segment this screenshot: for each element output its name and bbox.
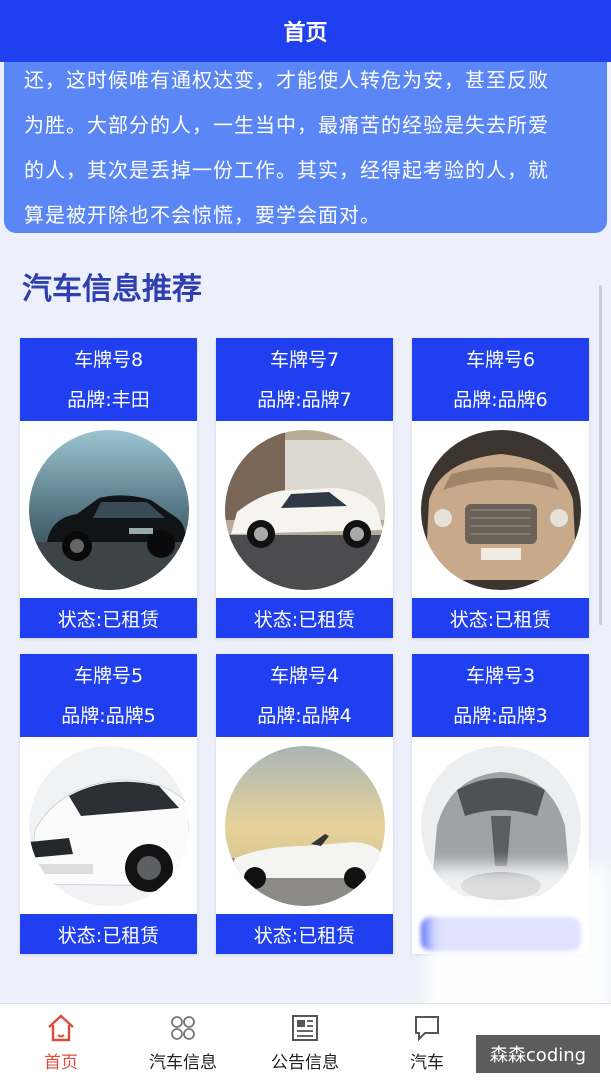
car-card-header: 车牌号7 品牌:品牌7 (216, 338, 393, 421)
tab-label: 首页 (44, 1052, 78, 1073)
scrollbar[interactable] (599, 285, 602, 625)
car-brand: 品牌:品牌3 (453, 704, 548, 727)
car-card[interactable]: 车牌号7 品牌:品牌7 状态:已租赁 (216, 338, 393, 638)
page-header: 首页 (0, 0, 611, 62)
car-card[interactable]: 车牌号6 品牌:品牌6 状态:已租赁 (412, 338, 589, 638)
intro-card: 还，这时候唯有通权达变，才能使人转危为安，甚至反败 为胜。大部分的人，一生当中，… (4, 40, 607, 233)
car-plate: 车牌号8 (73, 348, 144, 371)
car-plate: 车牌号7 (269, 348, 340, 371)
car-status: 状态:已租赁 (20, 598, 197, 638)
car-brand: 品牌:品牌5 (61, 704, 156, 727)
app-screen: 首页 还，这时候唯有通权达变，才能使人转危为安，甚至反败 为胜。大部分的人，一生… (0, 0, 611, 1080)
tab-label: 公告信息 (271, 1052, 339, 1073)
page-title: 首页 (283, 21, 328, 46)
car-image[interactable] (224, 745, 385, 906)
car-card[interactable]: 车牌号4 品牌:品牌4 状态:已租赁 (216, 654, 393, 954)
car-image[interactable] (224, 429, 385, 590)
intro-line: 算是被开除也不会惊慌，要学会面对。 (24, 203, 381, 227)
car-card[interactable]: 车牌号5 品牌:品牌5 状态:已租赁 (20, 654, 197, 954)
car-grid: 车牌号8 品牌:丰田 状态:已租赁 车牌号7 品牌:品牌7 状态:已租赁 车牌号… (20, 338, 590, 954)
intro-line: 还，这时候唯有通权达变，才能使人转危为安，甚至反败 (24, 68, 549, 92)
car-status: 状态:已租赁 (216, 598, 393, 638)
car-card-header: 车牌号5 品牌:品牌5 (20, 654, 197, 737)
car-image-wrap (20, 737, 197, 914)
car-plate: 车牌号6 (465, 348, 536, 371)
intro-line: 为胜。大部分的人，一生当中，最痛苦的经验是失去所爱 (24, 113, 549, 137)
tab-car-more[interactable]: 汽车 (366, 1004, 488, 1080)
car-image-wrap (216, 421, 393, 598)
car-image-wrap (412, 421, 589, 598)
tab-notice[interactable]: 公告信息 (244, 1004, 366, 1080)
car-card-header: 车牌号6 品牌:品牌6 (412, 338, 589, 421)
car-image-wrap (20, 421, 197, 598)
tab-home[interactable]: 首页 (0, 1004, 122, 1080)
car-image-wrap (216, 737, 393, 914)
car-brand: 品牌:品牌4 (257, 704, 352, 727)
car-card[interactable]: 车牌号8 品牌:丰田 状态:已租赁 (20, 338, 197, 638)
car-brand: 品牌:品牌6 (453, 388, 548, 411)
car-plate: 车牌号4 (269, 664, 340, 687)
tab-car-info[interactable]: 汽车信息 (122, 1004, 244, 1080)
car-status: 状态:已租赁 (20, 914, 197, 954)
car-image[interactable] (420, 429, 581, 590)
section-title: 汽车信息推荐 (22, 272, 202, 307)
watermark-badge: 森森coding (476, 1035, 600, 1073)
car-status: 状态:已租赁 (412, 598, 589, 638)
car-image[interactable] (28, 745, 189, 906)
car-image[interactable] (28, 429, 189, 590)
car-plate: 车牌号5 (73, 664, 144, 687)
chat-icon (415, 1015, 439, 1041)
intro-line: 的人，其次是丢掉一份工作。其实，经得起考验的人，就 (24, 158, 549, 182)
car-brand: 品牌:丰田 (67, 388, 150, 411)
newspaper-icon (292, 1014, 318, 1041)
car-brand: 品牌:品牌7 (257, 388, 352, 411)
car-status: 状态:已租赁 (216, 914, 393, 954)
car-card-header: 车牌号8 品牌:丰田 (20, 338, 197, 421)
tab-label: 汽车 (410, 1052, 444, 1073)
home-icon (48, 1013, 74, 1041)
car-plate: 车牌号3 (465, 664, 536, 687)
grid-icon (171, 1015, 195, 1040)
tab-label: 汽车信息 (149, 1052, 217, 1073)
car-card-header: 车牌号3 品牌:品牌3 (412, 654, 589, 737)
car-card-header: 车牌号4 品牌:品牌4 (216, 654, 393, 737)
